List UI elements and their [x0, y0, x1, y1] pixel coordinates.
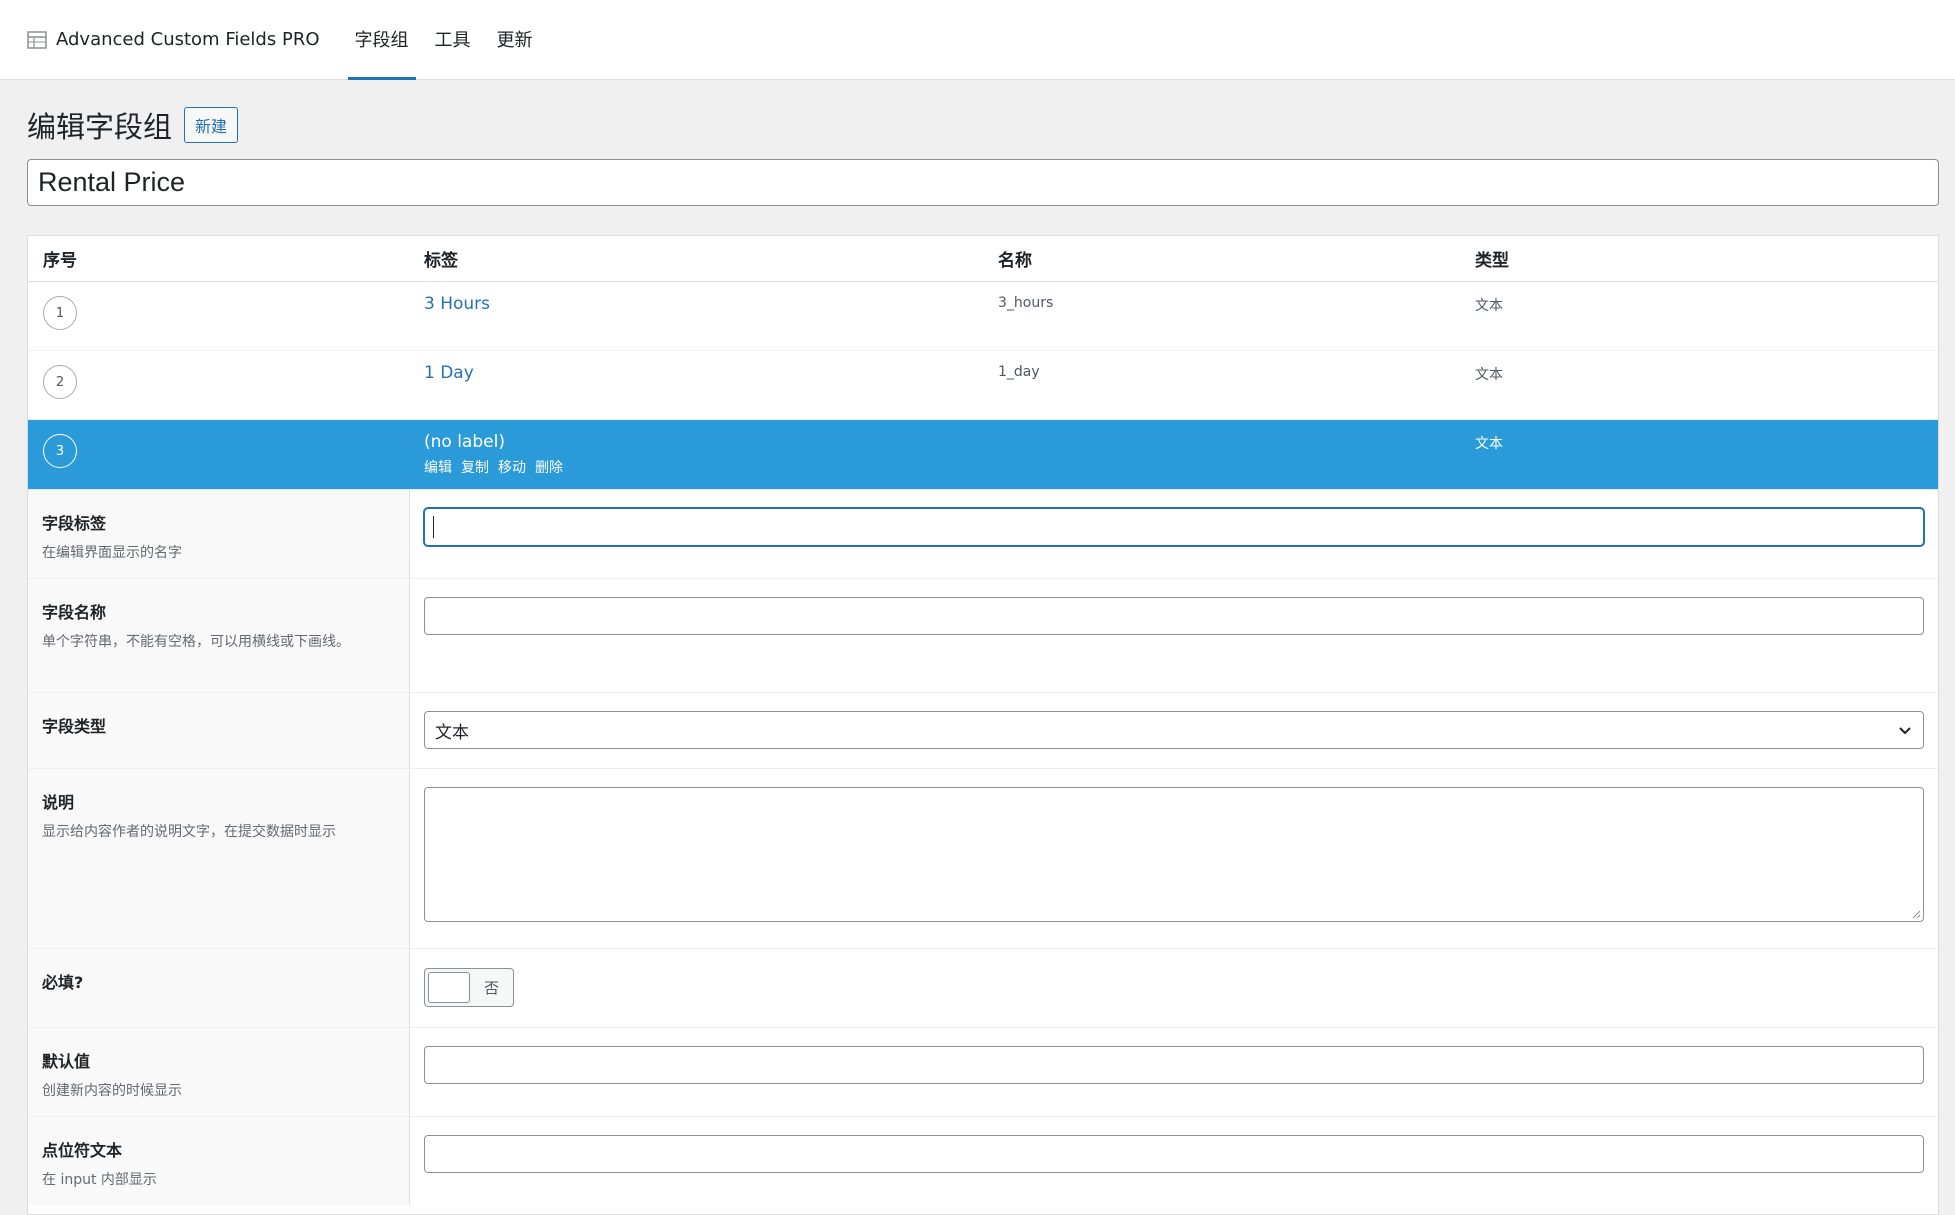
setting-description: 显示给内容作者的说明文字，在提交数据时显示 — [42, 824, 336, 840]
field-name-input[interactable] — [424, 597, 1924, 635]
resize-grip-icon[interactable] — [1911, 909, 1921, 919]
field-label-link[interactable]: 3 Hours — [424, 294, 490, 314]
fields-panel: 序号 标签 名称 类型 1 3 Hours 3_hours 文本 2 1 Day… — [27, 235, 1939, 1215]
field-type-selected-value: 文本 — [435, 722, 469, 743]
field-row[interactable]: 2 1 Day 1_day 文本 — [28, 351, 1938, 420]
add-new-button[interactable]: 新建 — [184, 107, 239, 143]
field-row[interactable]: 1 3 Hours 3_hours 文本 — [28, 282, 1938, 351]
toggle-knob — [428, 972, 470, 1003]
setting-description: 在 input 内部显示 — [42, 1172, 157, 1188]
tab-updates[interactable]: 更新 — [490, 0, 540, 80]
page-title: 编辑字段组 — [27, 110, 173, 144]
field-label-input[interactable] — [424, 508, 1924, 546]
setting-default-value: 默认值 创建新内容的时候显示 — [28, 1027, 1938, 1116]
setting-title: 字段名称 — [42, 603, 107, 622]
toggle-label: 否 — [484, 979, 500, 997]
setting-title: 字段类型 — [42, 717, 107, 736]
page-heading: 编辑字段组 新建 — [27, 104, 239, 146]
field-name: 3_hours — [998, 295, 1054, 311]
duplicate-action[interactable]: 复制 — [461, 457, 489, 477]
setting-title: 必填? — [42, 973, 84, 992]
setting-title: 默认值 — [42, 1052, 91, 1071]
setting-description: 在编辑界面显示的名字 — [42, 545, 182, 561]
field-group-title-input[interactable] — [27, 159, 1939, 206]
setting-title: 点位符文本 — [42, 1141, 123, 1160]
required-toggle[interactable]: 否 — [424, 968, 514, 1007]
acf-logo-icon — [27, 30, 47, 49]
field-row-selected[interactable]: 3 (no label) 编辑 复制 移动 删除 文本 — [28, 420, 1938, 489]
setting-title: 字段标签 — [42, 514, 107, 533]
brand-name: Advanced Custom Fields PRO — [56, 29, 320, 50]
fields-list-header: 序号 标签 名称 类型 — [28, 236, 1938, 282]
setting-instructions: 说明 显示给内容作者的说明文字，在提交数据时显示 — [28, 768, 1938, 948]
brand: Advanced Custom Fields PRO — [0, 0, 342, 79]
admin-top-nav: Advanced Custom Fields PRO 字段组 工具 更新 — [0, 0, 1955, 80]
field-name: 1_day — [998, 364, 1040, 380]
field-type: 文本 — [1475, 298, 1503, 314]
header-label: 标签 — [424, 251, 458, 271]
setting-field-label: 字段标签 在编辑界面显示的名字 — [28, 489, 1938, 578]
edit-action[interactable]: 编辑 — [424, 457, 452, 477]
field-type: 文本 — [1475, 436, 1503, 452]
placeholder-input[interactable] — [424, 1135, 1924, 1173]
setting-required: 必填? 否 — [28, 948, 1938, 1027]
header-type: 类型 — [1475, 251, 1509, 271]
chevron-down-icon — [1899, 727, 1911, 735]
field-label-link[interactable]: (no label) — [424, 432, 505, 452]
text-cursor — [433, 516, 434, 538]
setting-description: 单个字符串，不能有空格，可以用横线或下画线。 — [42, 634, 350, 650]
field-order-handle[interactable]: 3 — [43, 434, 77, 468]
setting-field-name: 字段名称 单个字符串，不能有空格，可以用横线或下画线。 — [28, 578, 1938, 692]
row-actions: 编辑 复制 移动 删除 — [424, 457, 563, 477]
default-value-input[interactable] — [424, 1046, 1924, 1084]
instructions-textarea[interactable] — [424, 787, 1924, 922]
setting-title: 说明 — [42, 793, 75, 812]
field-type-select[interactable]: 文本 — [424, 711, 1924, 749]
header-name: 名称 — [998, 251, 1032, 271]
delete-action[interactable]: 删除 — [535, 457, 563, 477]
field-type: 文本 — [1475, 367, 1503, 383]
field-label-link[interactable]: 1 Day — [424, 363, 474, 383]
field-order-handle[interactable]: 2 — [43, 365, 77, 399]
move-action[interactable]: 移动 — [498, 457, 526, 477]
tab-tools[interactable]: 工具 — [428, 0, 478, 80]
field-order-handle[interactable]: 1 — [43, 296, 77, 330]
setting-field-type: 字段类型 文本 — [28, 692, 1938, 768]
tab-field-groups[interactable]: 字段组 — [347, 0, 416, 80]
setting-placeholder: 点位符文本 在 input 内部显示 — [28, 1116, 1938, 1205]
setting-description: 创建新内容的时候显示 — [42, 1083, 182, 1099]
header-order: 序号 — [43, 251, 77, 271]
